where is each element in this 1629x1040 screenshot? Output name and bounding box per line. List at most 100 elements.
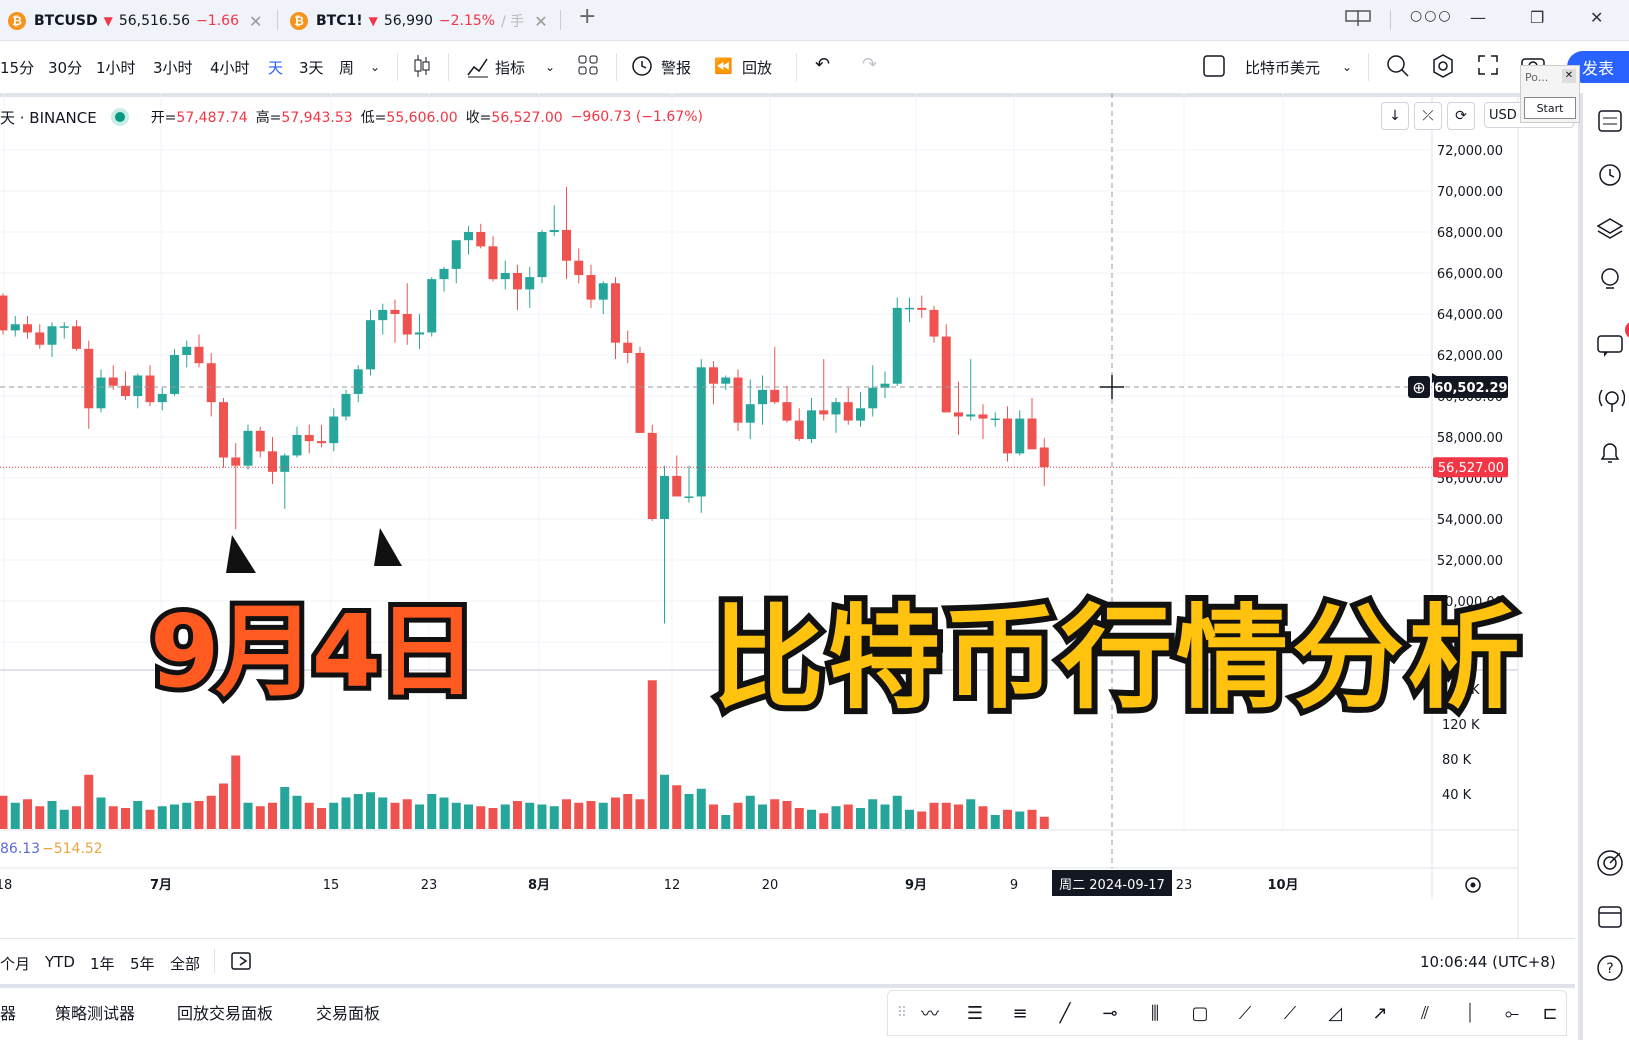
overlay-date: 9月4日 (145, 588, 482, 715)
layers-icon[interactable] (1595, 213, 1625, 243)
interval-3h[interactable]: 3小时 (153, 57, 193, 78)
drag-handle-icon[interactable]: ⠿ (890, 1001, 914, 1025)
close-tab-icon[interactable]: ✕ (249, 12, 262, 31)
vertical-line-icon[interactable]: ⏐ (1458, 1001, 1482, 1025)
new-tab-icon[interactable]: + (578, 4, 596, 29)
candle-body (157, 393, 167, 403)
arrow-down-icon[interactable]: ↓ (1381, 102, 1409, 130)
candle-body (292, 434, 302, 456)
settings-icon[interactable] (1430, 53, 1456, 83)
goto-date-icon[interactable] (230, 949, 254, 977)
clock-timezone[interactable]: 10:06:44 (UTC+8) (1420, 953, 1556, 971)
interval-1w[interactable]: 周 (339, 57, 354, 78)
divider (448, 53, 449, 81)
horizontal-line-icon[interactable]: ⟜ (1500, 1001, 1524, 1025)
tab-replay-trading[interactable]: 回放交易面板 (177, 1000, 273, 1024)
restore-icon[interactable]: ❐ (1530, 8, 1544, 27)
close-window-icon[interactable]: ✕ (1590, 8, 1603, 27)
volume-bar (72, 806, 81, 829)
chart-canvas[interactable]: 72,000.00 70,000.00 68,000.00 66,000.00 64,0… (0, 93, 1578, 938)
templates-icon[interactable] (576, 53, 600, 81)
tab-btc1[interactable]: ₿ BTC1! ▼ 56,990 −2.15% / 手 ✕ (290, 6, 548, 36)
curve-tool-icon[interactable]: 〰 (918, 1001, 942, 1025)
fullscreen-icon[interactable] (1476, 53, 1500, 81)
redo-icon[interactable]: ↷ (862, 54, 877, 75)
layout-icon[interactable] (1344, 8, 1372, 32)
chevron-down-icon[interactable]: ⌄ (1342, 60, 1352, 74)
calendar-icon[interactable] (1595, 901, 1625, 931)
undo-icon[interactable]: ↶ (815, 54, 830, 75)
interval-3d[interactable]: 3天 (299, 57, 324, 78)
volume-bar (794, 808, 804, 829)
tab-btcusd[interactable]: ₿ BTCUSD ▼ 56,516.56 −1.66 ✕ (8, 6, 262, 36)
candle-body (182, 346, 192, 355)
range-5y[interactable]: 5年 (130, 953, 155, 974)
popup-title: Po... (1525, 71, 1549, 84)
time-axis-label: 7月 (150, 878, 172, 893)
ray-tool-icon[interactable]: ⟋ (1278, 1001, 1302, 1025)
ideas-icon[interactable] (1595, 265, 1625, 295)
interval-1h[interactable]: 1小时 (96, 57, 136, 78)
triangle-tool-icon[interactable]: ◿ (1323, 1001, 1347, 1025)
indicators-button[interactable]: 指标 (495, 57, 525, 78)
tab-divider (1390, 10, 1391, 30)
alarm-icon[interactable] (630, 53, 656, 83)
interval-30m[interactable]: 30分 (48, 57, 82, 78)
parallel-lines-icon[interactable]: ≡ (1008, 1001, 1032, 1025)
more-icon[interactable]: ○○○ (1410, 8, 1453, 24)
bars-pattern-icon[interactable]: ⫼ (1143, 1001, 1167, 1025)
candle-body (415, 332, 424, 335)
path-tool-icon[interactable]: ⟋ (1233, 1001, 1257, 1025)
checkbox-icon[interactable] (1202, 54, 1226, 82)
interval-15m[interactable]: 15分 (0, 57, 34, 78)
candle-type-icon[interactable] (412, 53, 432, 83)
more-tools-icon[interactable]: ⊏ (1538, 1001, 1562, 1025)
range-1y[interactable]: 1年 (90, 953, 115, 974)
chevron-down-icon[interactable]: ⌄ (370, 60, 380, 74)
tab-screener[interactable]: 器 (0, 1000, 16, 1024)
minimize-icon[interactable]: — (1470, 8, 1486, 27)
close-tab-icon[interactable]: ✕ (534, 12, 547, 31)
rectangle-tool-icon[interactable]: ▢ (1188, 1001, 1212, 1025)
indicators-icon[interactable] (466, 53, 490, 83)
fib-fan-icon[interactable]: ☰ (963, 1001, 987, 1025)
bitcoin-icon: ₿ (290, 12, 308, 30)
volume-bar (402, 799, 412, 829)
alerts-clock-icon[interactable] (1595, 159, 1625, 189)
symbol-name[interactable]: 比特币美元 (1245, 57, 1320, 78)
help-icon[interactable]: ? (1595, 953, 1625, 983)
legend-high: 高=57,943.53 (255, 110, 353, 126)
popup-start-button[interactable]: Start (1524, 97, 1576, 119)
volume-bar (35, 806, 45, 829)
watchlist-icon[interactable] (1595, 106, 1625, 136)
notifications-bell-icon[interactable] (1595, 438, 1625, 468)
volume-bar (488, 808, 498, 829)
tab-trading-panel[interactable]: 交易面板 (316, 1000, 380, 1024)
target-icon[interactable] (1595, 848, 1625, 878)
interval-1d[interactable]: 天 (268, 57, 283, 78)
range-all[interactable]: 全部 (170, 953, 200, 974)
popup-close-icon[interactable]: ✕ (1562, 69, 1576, 83)
channel-tool-icon[interactable]: ⫽ (1413, 1001, 1437, 1025)
candle-body (341, 393, 351, 417)
range-month[interactable]: 个月 (0, 953, 30, 974)
collapse-icon[interactable]: ⤫ (1414, 102, 1442, 130)
chat-icon[interactable]: 3 (1595, 321, 1629, 361)
replay-button[interactable]: 回放 (742, 57, 772, 78)
interval-4h[interactable]: 4小时 (210, 57, 250, 78)
trend-line-icon[interactable]: ╱ (1053, 1001, 1077, 1025)
broadcast-icon[interactable] (1595, 385, 1625, 415)
alert-button[interactable]: 警报 (661, 57, 691, 78)
notification-badge: 3 (1625, 321, 1629, 339)
refresh-icon[interactable]: ⟳ (1447, 102, 1475, 130)
crosshair-date-label: 周二 2024-09-17 (1059, 878, 1165, 893)
volume-bar (341, 797, 351, 829)
quick-search-icon[interactable] (1385, 53, 1411, 83)
chevron-down-icon[interactable]: ⌄ (545, 60, 555, 74)
horizontal-ray-icon[interactable]: ⊸ (1098, 1001, 1122, 1025)
tab-strategy-tester[interactable]: 策略测试器 (55, 1000, 135, 1024)
range-ytd[interactable]: YTD (45, 953, 75, 971)
arrow-tool-icon[interactable]: ↗ (1368, 1001, 1392, 1025)
volume-bar (415, 804, 424, 829)
rewind-icon[interactable]: ⏪ (714, 57, 733, 75)
